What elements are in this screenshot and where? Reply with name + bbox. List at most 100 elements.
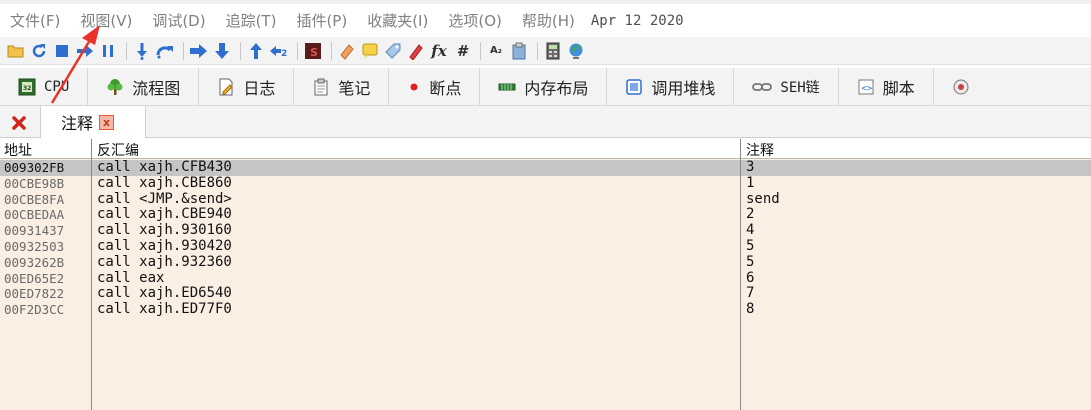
clipboard-icon[interactable] [509,41,529,61]
column-header-disassembly[interactable]: 反汇编 [97,140,139,160]
tab-comments[interactable]: 注释 x [40,106,146,138]
tab-comments-label: 注释 [61,114,94,133]
table-row[interactable]: 00931437 call xajh.930160 4 [0,222,1091,239]
column-divider[interactable] [91,139,92,410]
tab-seh-chain-label: SEH链 [780,79,820,96]
svg-text:2: 2 [281,49,287,59]
view-tab-bar: 32 CPU 流程图 日志 笔记 断点 内存布局 调用堆栈 SEH链 <> 脚本 [0,67,1091,106]
pause-icon[interactable] [98,41,118,61]
tab-memory-map-label: 内存布局 [524,78,589,98]
table-row[interactable]: 00ED65E2 call eax 6 [0,269,1091,287]
tab-script[interactable]: <> 脚本 [839,67,934,106]
menu-debug[interactable]: 调试(D) [142,10,215,31]
tab-call-stack[interactable]: 调用堆栈 [607,67,735,106]
tab-memory-map[interactable]: 内存布局 [480,67,608,106]
column-header-comment[interactable]: 注释 [746,140,774,160]
table-row[interactable]: 00CBE98B call xajh.CBE860 1 [0,174,1091,192]
table-row[interactable]: 00ED7822 call xajh.ED6540 7 [0,286,1091,302]
call-stack-icon [625,78,643,96]
run-to-user-code-icon[interactable] [212,41,232,61]
scylla-icon[interactable]: S [303,41,323,61]
tab-script-label: 脚本 [882,78,915,98]
column-divider[interactable] [740,139,741,410]
disassembly-cell: call xajh.930420 [97,238,232,254]
labels-icon[interactable] [383,41,403,61]
open-folder-icon[interactable] [6,41,26,61]
tab-flowchart[interactable]: 流程图 [88,67,200,106]
address-cell: 00CBE98B [4,175,65,191]
comments-icon[interactable] [360,41,380,61]
symbols-icon [952,78,970,96]
font-size-icon[interactable]: A₂ [486,41,506,61]
step-into-icon[interactable] [132,41,152,61]
toolbar-separator [297,41,298,60]
run-icon[interactable] [75,41,95,61]
column-header-address[interactable]: 地址 [4,140,32,160]
table-row[interactable]: 0093262B call xajh.932360 5 [0,253,1091,271]
restart-icon[interactable] [29,41,49,61]
tab-notes[interactable]: 笔记 [294,67,390,106]
menu-favourites[interactable]: 收藏夹(I) [357,10,438,31]
address-cell: 00932503 [4,239,65,254]
table-row[interactable]: 00CBEDAA call xajh.CBE940 2 [0,207,1091,223]
functions-icon[interactable]: fx [429,41,449,61]
tab-breakpoints[interactable]: 断点 [389,67,481,106]
close-tab-icon[interactable]: x [99,114,115,130]
tab-cpu[interactable]: 32 CPU [0,67,89,106]
tab-log[interactable]: 日志 [199,67,295,106]
comments-table: 地址 反汇编 注释 009302FB call xajh.CFB430 3 00CBE… [0,139,1091,410]
disassembly-cell: call <JMP.&send> [97,190,232,207]
table-row[interactable]: 00F2D3CC call xajh.ED77F0 8 [0,301,1091,318]
close-all-tabs-button[interactable] [8,112,30,134]
log-icon [217,78,235,96]
comment-cell: 1 [746,174,755,191]
animate-into-icon[interactable] [189,41,209,61]
globe-icon[interactable] [566,41,586,61]
comment-cell: 8 [746,301,755,318]
menu-trace[interactable]: 追踪(T) [216,10,287,31]
disassembly-cell: call xajh.CFB430 [97,159,232,175]
bookmarks-icon[interactable] [406,41,426,61]
stop-icon[interactable] [52,41,72,61]
step-over-icon[interactable] [155,41,175,61]
toolbar-separator [331,41,332,60]
tab-overflow[interactable] [934,68,978,106]
calculator-icon[interactable] [543,41,563,61]
comment-cell: 3 [746,159,755,175]
toolbar-separator [183,41,184,60]
table-row[interactable]: 00932503 call xajh.930420 5 [0,238,1091,255]
disassembly-cell: call xajh.CBE940 [97,206,232,223]
menu-help[interactable]: 帮助(H) [512,10,585,31]
menu-bar: 文件(F) 视图(V) 调试(D) 追踪(T) 插件(P) 收藏夹(I) 选项(… [0,4,1091,37]
disassembly-cell: call eax [97,269,165,286]
svg-text:<>: <> [861,84,872,94]
address-cell: 00F2D3CC [4,302,65,318]
skip-icon[interactable]: 2 [269,41,289,61]
svg-text:32: 32 [23,85,31,92]
address-cell: 00ED65E2 [4,270,65,286]
address-cell: 009302FB [4,160,65,175]
toolbar-separator [480,41,481,60]
menu-view[interactable]: 视图(V) [70,10,142,31]
menu-plugins[interactable]: 插件(P) [286,10,357,31]
table-row[interactable]: 009302FB call xajh.CFB430 3 [0,159,1091,176]
tab-seh-chain[interactable]: SEH链 [734,67,839,106]
address-cell: 00CBEDAA [4,207,65,223]
menu-file[interactable]: 文件(F) [0,10,70,31]
hash-icon[interactable]: # [452,41,472,61]
table-row[interactable]: 00CBE8FA call <JMP.&send> send [0,190,1091,208]
menu-options[interactable]: 选项(O) [438,10,512,31]
subtab-bar: 注释 x [0,106,1091,138]
comment-cell: 2 [746,206,755,223]
cpu-icon: 32 [18,78,36,96]
disassembly-cell: call xajh.932360 [97,253,232,270]
table-header: 地址 反汇编 注释 [0,139,1091,159]
patch-icon[interactable] [337,41,357,61]
disassembly-cell: call xajh.ED6540 [97,285,232,302]
toolbar: 2 S fx # A₂ [0,37,1091,65]
breakpoint-icon [407,80,421,94]
execute-till-return-icon[interactable] [246,41,266,61]
disassembly-cell: call xajh.CBE860 [97,174,232,191]
disassembly-cell: call xajh.ED77F0 [97,301,232,318]
tab-breakpoints-label: 断点 [429,78,462,98]
